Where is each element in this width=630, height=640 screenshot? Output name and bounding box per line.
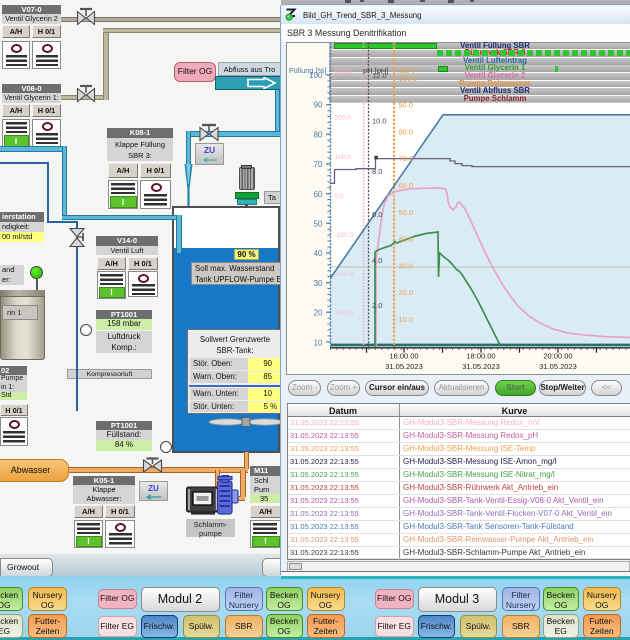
svg-text:70: 70 bbox=[314, 160, 323, 169]
svg-text:-100.0: -100.0 bbox=[335, 232, 354, 239]
svg-text:10.0: 10.0 bbox=[399, 315, 414, 324]
svg-text:50.0: 50.0 bbox=[399, 208, 414, 217]
svg-text:6.0: 6.0 bbox=[372, 210, 382, 219]
svg-text:30.0: 30.0 bbox=[399, 261, 414, 270]
svg-text:-200.0: -200.0 bbox=[335, 271, 354, 278]
svg-text:10: 10 bbox=[314, 338, 323, 347]
svg-text:50: 50 bbox=[314, 220, 323, 229]
svg-text:100.0: 100.0 bbox=[335, 154, 352, 161]
svg-text:8.0: 8.0 bbox=[372, 167, 382, 176]
svg-text:10.0: 10.0 bbox=[372, 117, 387, 126]
svg-text:30: 30 bbox=[314, 279, 323, 288]
svg-text:80.0: 80.0 bbox=[399, 127, 414, 136]
svg-text:60.0: 60.0 bbox=[399, 181, 414, 190]
svg-text:60: 60 bbox=[314, 190, 323, 199]
svg-text:100: 100 bbox=[309, 71, 323, 80]
svg-text:4.0: 4.0 bbox=[372, 256, 382, 265]
svg-text:31.05.2023: 31.05.2023 bbox=[462, 362, 500, 371]
svg-text:2.0: 2.0 bbox=[372, 301, 382, 310]
svg-text:-300.0: -300.0 bbox=[335, 310, 354, 317]
svg-text:0.0: 0.0 bbox=[335, 193, 344, 200]
svg-text:70.0: 70.0 bbox=[399, 154, 414, 163]
svg-text:20: 20 bbox=[314, 309, 323, 318]
svg-text:20:00.00: 20:00.00 bbox=[543, 352, 572, 361]
svg-text:18:00.00: 18:00.00 bbox=[466, 352, 495, 361]
svg-text:40: 40 bbox=[314, 249, 323, 258]
svg-text:80: 80 bbox=[314, 130, 323, 139]
svg-text:Redox: Redox bbox=[334, 68, 354, 75]
svg-text:20.0: 20.0 bbox=[399, 288, 414, 297]
svg-text:200.0: 200.0 bbox=[335, 115, 352, 122]
svg-text:16:00.00: 16:00.00 bbox=[389, 352, 418, 361]
svg-text:40.0: 40.0 bbox=[399, 235, 414, 244]
svg-text:90: 90 bbox=[314, 101, 323, 110]
svg-text:31.05.2023: 31.05.2023 bbox=[385, 362, 423, 371]
svg-text:31.05.2023: 31.05.2023 bbox=[539, 362, 577, 371]
